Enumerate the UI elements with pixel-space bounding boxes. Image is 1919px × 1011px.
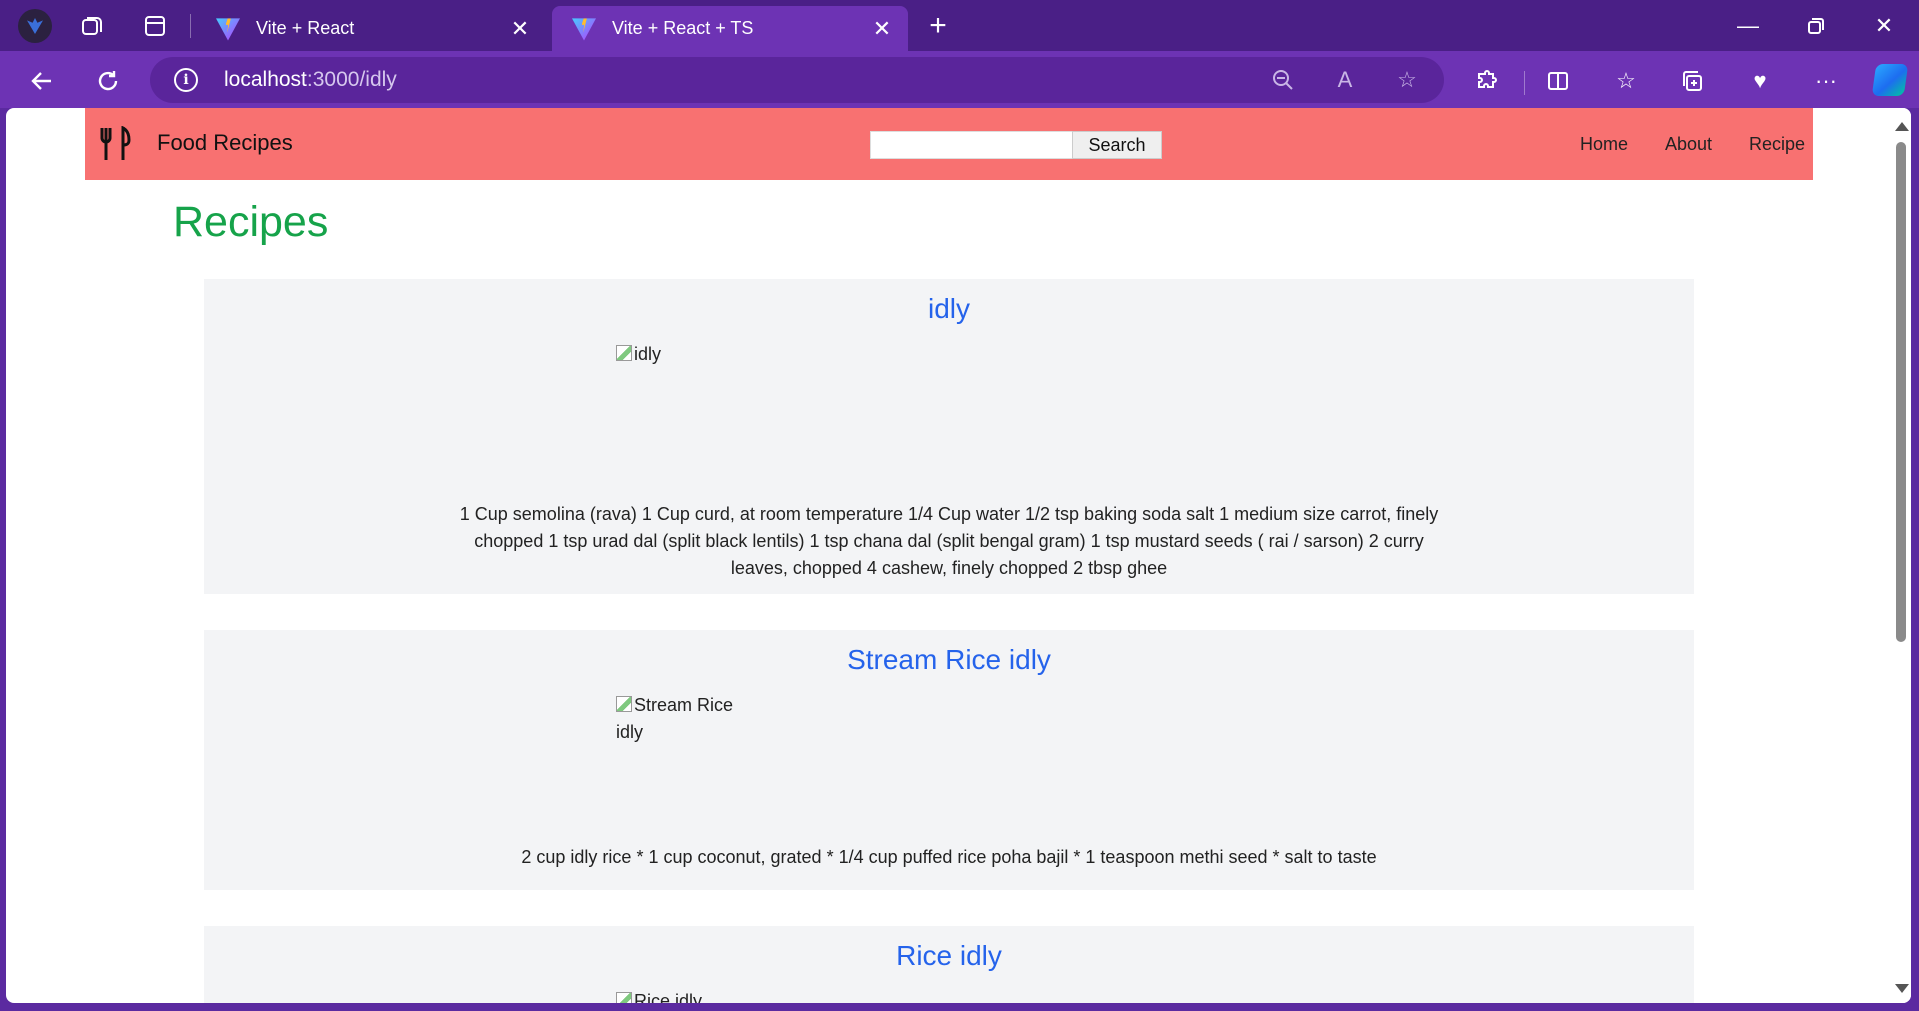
new-tab-icon[interactable]: + [920, 8, 956, 44]
minimize-icon[interactable]: — [1728, 8, 1768, 44]
nav-home-link[interactable]: Home [1580, 134, 1628, 155]
url-host: localhost [224, 68, 307, 91]
tab-vite-react[interactable]: Vite + React ✕ [196, 6, 546, 51]
reload-icon[interactable] [88, 61, 128, 101]
vertical-tabs-icon[interactable] [138, 9, 172, 43]
recipe-image-alt: Rice idly [634, 991, 703, 1003]
close-tab-icon[interactable]: ✕ [870, 16, 894, 42]
read-aloud-icon[interactable]: A [1330, 65, 1360, 95]
profile-avatar-icon[interactable] [18, 9, 52, 43]
close-window-icon[interactable]: ✕ [1864, 8, 1904, 44]
toolbar-separator [1524, 71, 1525, 95]
recipe-card: Rice idly Rice idly [204, 926, 1694, 1003]
browser-toolbar: i localhost:3000/idly A ☆ ☆ ♥ ··· [0, 51, 1919, 108]
recipe-image: Stream Rice idly [616, 692, 744, 746]
tab-separator [190, 14, 191, 38]
url-path: :3000/idly [306, 68, 397, 91]
zoom-out-icon[interactable] [1268, 65, 1298, 95]
recipe-image: Rice idly [616, 988, 744, 1003]
vite-favicon-icon [216, 18, 240, 41]
favorite-star-icon[interactable]: ☆ [1392, 65, 1422, 95]
url-text[interactable]: localhost:3000/idly [224, 68, 397, 92]
recipe-title[interactable]: idly [204, 293, 1694, 325]
site-brand[interactable]: Food Recipes [157, 130, 293, 156]
split-screen-icon[interactable] [1542, 65, 1574, 97]
browser-tab-bar: Vite + React ✕ Vite + React + TS ✕ + — ✕ [0, 0, 1919, 51]
close-tab-icon[interactable]: ✕ [508, 16, 532, 42]
recipe-ingredients: 1 Cup semolina (rava) 1 Cup curd, at roo… [459, 504, 1439, 578]
fork-knife-icon [100, 126, 131, 160]
workspaces-icon[interactable] [76, 9, 110, 43]
search-input[interactable] [870, 131, 1078, 159]
recipe-title[interactable]: Stream Rice idly [204, 644, 1694, 676]
recipe-image-alt: idly [634, 344, 662, 364]
tab-title: Vite + React [256, 18, 355, 38]
nav-recipe-link[interactable]: Recipe [1749, 134, 1805, 155]
page-viewport: Food Recipes Search Home About Recipe Re… [6, 108, 1911, 1003]
address-bar[interactable]: i localhost:3000/idly A ☆ [150, 57, 1444, 103]
browser-essentials-icon[interactable]: ♥ [1744, 65, 1776, 97]
restore-icon[interactable] [1796, 8, 1836, 44]
vite-favicon-icon [572, 18, 596, 41]
recipe-card: Stream Rice idly Stream Rice idly 2 cup … [204, 630, 1694, 890]
copilot-icon[interactable] [1871, 64, 1909, 96]
scroll-down-arrow-icon[interactable] [1895, 984, 1909, 993]
recipe-ingredients: 2 cup idly rice * 1 cup coconut, grated … [521, 847, 1377, 867]
search-button[interactable]: Search [1072, 131, 1162, 159]
back-arrow-icon[interactable] [22, 61, 62, 101]
site-info-icon[interactable]: i [174, 68, 198, 92]
tab-vite-react-ts[interactable]: Vite + React + TS ✕ [552, 6, 908, 51]
tab-title: Vite + React + TS [612, 18, 754, 38]
scroll-up-arrow-icon[interactable] [1895, 122, 1909, 131]
more-options-icon[interactable]: ··· [1810, 65, 1842, 97]
nav-about-link[interactable]: About [1665, 134, 1712, 155]
recipe-card: idly idly 1 Cup semolina (rava) 1 Cup cu… [204, 279, 1694, 594]
scrollbar-thumb[interactable] [1896, 142, 1906, 642]
recipe-title[interactable]: Rice idly [204, 940, 1694, 972]
collections-icon[interactable] [1676, 65, 1708, 97]
recipe-image: idly [616, 341, 744, 368]
favorites-icon[interactable]: ☆ [1610, 65, 1642, 97]
extensions-icon[interactable] [1472, 65, 1504, 97]
page-title: Recipes [173, 198, 329, 246]
recipe-image-alt: Stream Rice idly [616, 695, 734, 742]
site-header: Food Recipes Search Home About Recipe [85, 108, 1813, 180]
vertical-scrollbar[interactable] [1889, 108, 1911, 1003]
